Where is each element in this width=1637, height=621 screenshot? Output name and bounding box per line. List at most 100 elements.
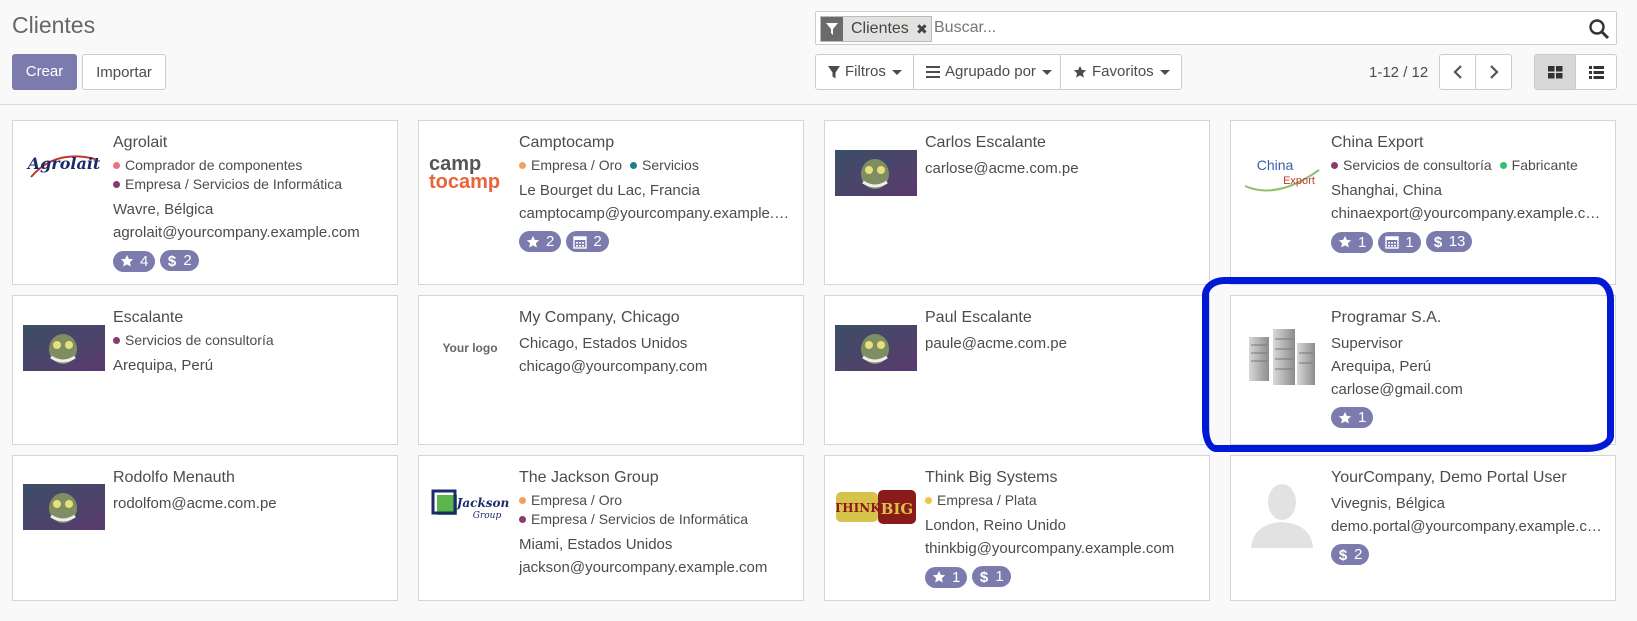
tag-row: Servicios de consultoría	[113, 331, 387, 350]
card-name: Think Big Systems	[925, 469, 1058, 486]
star-icon	[526, 235, 543, 249]
card-details: Programar S.A. Supervisor Arequipa, Perú ca…	[1331, 308, 1605, 429]
card-name: Programar S.A.	[1331, 309, 1442, 326]
card-info-line: carlose@acme.com.pe	[925, 160, 1079, 177]
badge-count: 1	[1358, 409, 1367, 426]
svg-text:$: $	[1434, 234, 1443, 249]
card-details: Escalante Servicios de consultoría Arequip…	[113, 308, 387, 377]
card-details: Paul Escalante paule@acme.com.pe	[925, 308, 1199, 355]
card-info-line: Miami, Estados Unidos	[519, 536, 673, 553]
kanban-card[interactable]: Escalante Servicios de consultoría Arequip…	[12, 295, 398, 445]
list-icon	[1588, 65, 1604, 79]
star-badge[interactable]: 1	[1331, 231, 1374, 253]
card-tags: Empresa / Plata	[925, 491, 1199, 510]
card-tags: Empresa / Oro Empresa / Servicios de Info…	[519, 491, 793, 529]
card-badges: 22	[519, 231, 793, 253]
dollar-icon: $	[1338, 547, 1351, 562]
caret-down-icon	[891, 69, 902, 75]
star-badge[interactable]: 4	[113, 250, 156, 272]
pager-previous-button[interactable]	[1439, 54, 1476, 90]
control-panel: Clientes Crear Importar Clientes ✖ Filtr…	[0, 0, 1637, 105]
card-name: China Export	[1331, 134, 1424, 151]
list-view-button[interactable]	[1575, 54, 1617, 90]
card-info-line: Le Bourget du Lac, Francia	[519, 182, 700, 199]
tag-label: Empresa / Plata	[937, 492, 1037, 508]
agrolait-logo: Agrolait	[23, 139, 105, 189]
calendar-badge[interactable]: 1	[1378, 231, 1421, 253]
card-info-line: paule@acme.com.pe	[925, 335, 1067, 352]
default-avatar	[1241, 478, 1323, 548]
tag-label: Servicios	[642, 157, 699, 173]
filters-button[interactable]: Filtros	[815, 54, 914, 90]
card-info-line: Wavre, Bélgica	[113, 201, 214, 218]
search-icon[interactable]	[1588, 18, 1610, 40]
facet-remove-icon[interactable]: ✖	[913, 17, 931, 41]
kanban-card[interactable]: camp tocamp Camptocamp Empresa / Oro Servici…	[418, 120, 804, 285]
thinkbig-logo: THINK BIG	[835, 482, 917, 532]
dollar-badge[interactable]: $1	[972, 566, 1011, 587]
badge-count: 2	[593, 233, 602, 250]
tag-label: Empresa / Oro	[531, 157, 623, 173]
kanban-card[interactable]: Your logo My Company, Chicago Chicago, Est…	[418, 295, 804, 445]
card-details: Camptocamp Empresa / Oro Servicios Le Bourg…	[519, 133, 793, 253]
pager-value[interactable]: 1-12 / 12	[1369, 64, 1428, 81]
kanban-card[interactable]: YourCompany, Demo Portal User Vivegnis, B…	[1230, 455, 1616, 601]
favorites-button[interactable]: Favoritos	[1060, 54, 1182, 90]
kanban-view-button[interactable]	[1534, 54, 1576, 90]
logo-text-2: Group	[473, 511, 502, 521]
import-button[interactable]: Importar	[82, 54, 166, 90]
logo-text-1: China	[1257, 157, 1294, 173]
pager-next-button[interactable]	[1475, 54, 1512, 90]
chevron-right-icon	[1489, 65, 1499, 79]
star-badge[interactable]: 2	[519, 231, 562, 252]
tag-row: Empresa / Oro Servicios	[519, 156, 793, 175]
chevron-left-icon	[1452, 65, 1462, 79]
card-info-line: demo.portal@yourcompany.example.com	[1331, 518, 1605, 535]
search-input[interactable]	[934, 16, 1554, 40]
card-info-line: chinaexport@yourcompany.example.com	[1331, 205, 1605, 222]
create-button[interactable]: Crear	[12, 54, 77, 90]
search-facet[interactable]: Clientes ✖	[820, 16, 932, 42]
tag-color-dot	[113, 336, 120, 344]
dollar-badge[interactable]: $2	[1331, 544, 1370, 565]
kanban-card[interactable]: Programar S.A. Supervisor Arequipa, Perú ca…	[1230, 295, 1616, 445]
kanban-card[interactable]: Paul Escalante paule@acme.com.pe	[824, 295, 1210, 445]
card-details: My Company, Chicago Chicago, Estados Unid…	[519, 308, 793, 378]
star-badge[interactable]: 1	[1331, 407, 1374, 428]
groupby-button[interactable]: Agrupado por	[913, 54, 1061, 90]
card-details: Carlos Escalante carlose@acme.com.pe	[925, 133, 1199, 180]
kanban-card[interactable]: Rodolfo Menauth rodolfom@acme.com.pe	[12, 455, 398, 601]
tag-row: Empresa / Plata	[925, 491, 1199, 510]
tag: Fabricante	[1499, 157, 1578, 173]
star-badge[interactable]: 1	[925, 566, 968, 588]
dollar-badge[interactable]: $2	[160, 250, 199, 271]
card-name: My Company, Chicago	[519, 309, 680, 326]
card-name: Agrolait	[113, 134, 168, 151]
card-info-line: camptocamp@yourcompany.example.com	[519, 205, 793, 222]
page-title: Clientes	[12, 12, 96, 38]
calendar-icon	[573, 235, 590, 249]
calendar-badge[interactable]: 2	[566, 231, 609, 252]
badge-count: 2	[546, 233, 555, 250]
kanban-card[interactable]: THINK BIG Think Big Systems Empresa / Plata…	[824, 455, 1210, 601]
card-info-line: agrolait@yourcompany.example.com	[113, 224, 360, 241]
kanban-card[interactable]: China Export China Export Servicios de cons…	[1230, 120, 1616, 285]
logo-text-1: THINK	[836, 501, 881, 515]
search-bar: Clientes ✖	[815, 11, 1617, 45]
tag-color-dot	[630, 161, 638, 169]
card-info-line: London, Reino Unido	[925, 517, 1066, 534]
tag-color-dot	[519, 496, 526, 504]
favorites-label: Favoritos	[1092, 63, 1154, 80]
kanban-card[interactable]: Agrolait Agrolait Comprador de componentes…	[12, 120, 398, 285]
svg-text:$: $	[980, 569, 989, 584]
caret-down-icon	[1041, 69, 1052, 75]
card-info-line: Arequipa, Perú	[1331, 358, 1432, 375]
kanban-card[interactable]: Carlos Escalante carlose@acme.com.pe	[824, 120, 1210, 285]
card-name: Paul Escalante	[925, 309, 1032, 326]
star-icon	[1073, 65, 1087, 78]
dollar-badge[interactable]: $13	[1425, 231, 1473, 252]
tag: Empresa / Plata	[925, 492, 1037, 508]
kanban-card[interactable]: Jackson Group The Jackson Group Empresa / O…	[418, 455, 804, 601]
card-info-line: Vivegnis, Bélgica	[1331, 495, 1445, 512]
star-icon	[1338, 411, 1355, 425]
